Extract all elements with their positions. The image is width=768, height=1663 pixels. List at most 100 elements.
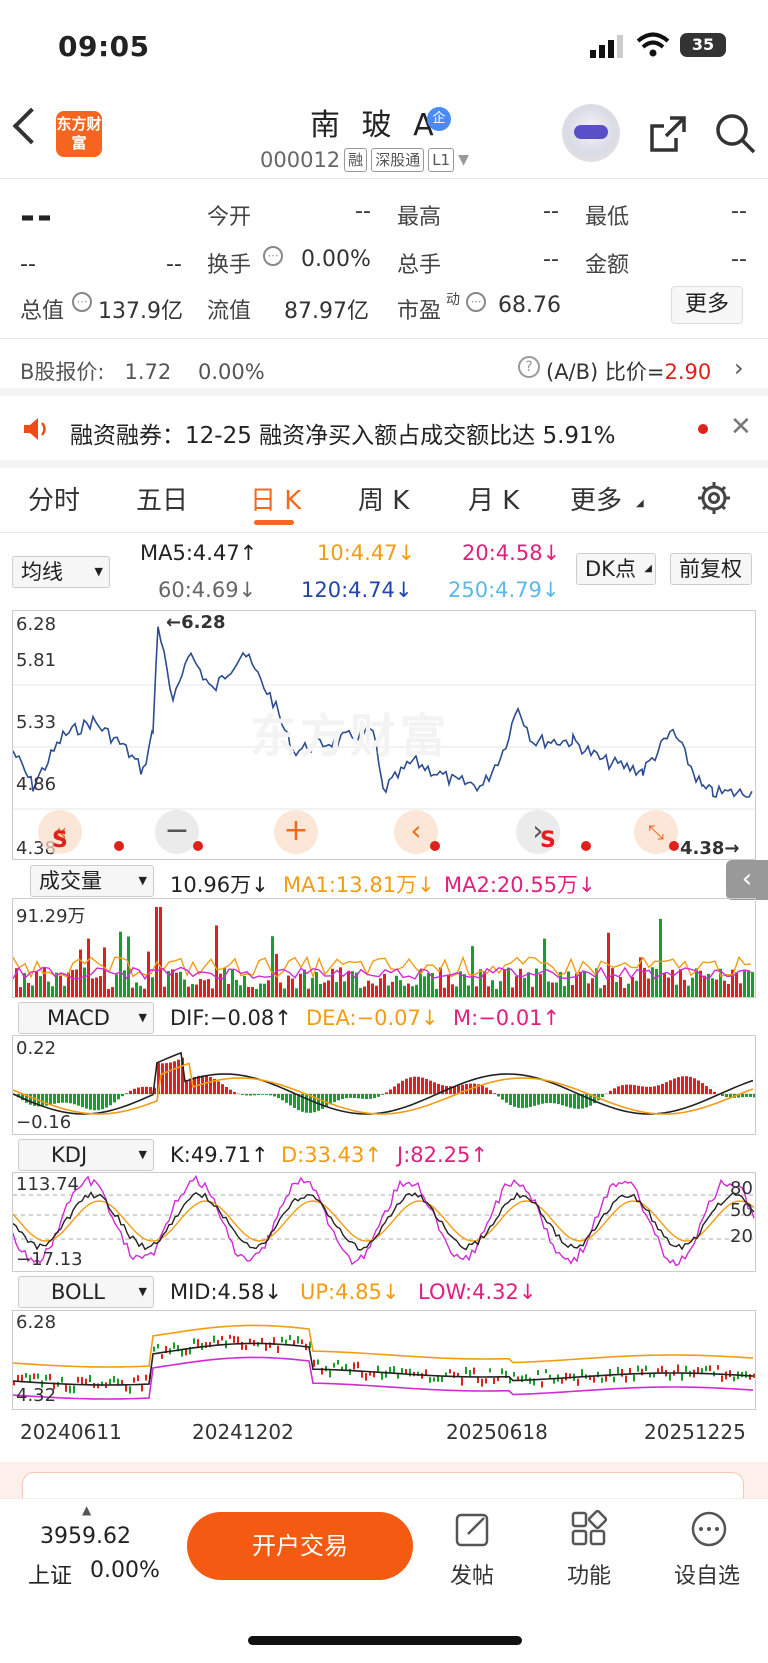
macd-bar [281,1094,284,1101]
collapse-panel-icon[interactable]: ‹ [726,860,768,900]
boll-chart[interactable] [12,1310,756,1410]
tab-daily-k[interactable]: 日 K [250,480,301,517]
index-change[interactable]: 0.00% [90,1558,160,1583]
tag-connect: 深股通 [371,148,425,172]
dk-point-button[interactable]: DK点 ◢ [576,553,656,585]
ma-selector[interactable]: 均线 ▼ [12,556,110,588]
volume-bar [139,985,142,997]
tab-more[interactable]: 更多 [570,480,622,517]
boll-candle [25,1372,27,1378]
macd-bar [433,1082,436,1094]
info-icon[interactable]: ⋯ [72,292,92,312]
back-icon[interactable] [12,107,50,145]
volume-value: 10.96万↓ [170,873,269,897]
boll-candle [429,1377,431,1383]
boll-candle [37,1373,39,1379]
macd-bar [81,1094,84,1108]
macd-bar [573,1094,576,1109]
close-icon[interactable]: ✕ [730,412,752,442]
x-axis-label: 20250618 [446,1420,548,1444]
add-watchlist-icon[interactable] [690,1510,728,1548]
volume-bar [523,977,526,997]
ab-ratio[interactable]: (A/B) 比价=2.90 [546,356,711,386]
boll-candle [717,1365,719,1370]
macd-bar [125,1093,128,1094]
search-icon[interactable] [714,112,758,156]
boll-low: LOW:4.32↓ [418,1280,537,1304]
functions-grid-icon[interactable] [570,1510,608,1548]
functions-label[interactable]: 功能 [567,1558,611,1590]
tab-intraday[interactable]: 分时 [28,480,80,517]
more-button[interactable]: 更多 [671,286,743,324]
macd-bar [725,1094,728,1098]
macd-selector-label: MACD [47,1006,110,1030]
boll-candle [345,1363,347,1370]
volume-bar [679,969,682,997]
open-account-button[interactable]: 开户交易 [187,1512,413,1580]
boll-candle [285,1339,287,1344]
kdj-selector[interactable]: KDJ ▼ [18,1139,154,1171]
volume-svg [12,907,754,997]
kline-y-label: 6.28 [16,614,57,635]
add-watchlist-label[interactable]: 设自选 [674,1558,740,1590]
adjust-button[interactable]: 前复权 [670,553,752,585]
macd-bar [169,1062,172,1094]
volume-bar [635,980,638,997]
macd-bar [225,1086,228,1094]
volume-selector[interactable]: 成交量 ▼ [30,865,154,897]
float-value: 87.97亿 [284,299,369,324]
kdj-chart[interactable] [12,1172,756,1272]
macd-selector[interactable]: MACD ▼ [18,1002,154,1034]
volume-bar [583,970,586,997]
settings-gear-icon[interactable] [696,480,732,516]
volume-bar [263,983,266,997]
zoom-in-icon[interactable]: + [274,810,318,854]
boll-candle [753,1373,755,1378]
tab-five-day[interactable]: 五日 [136,480,188,517]
volume-bar [175,972,178,997]
macd-bar [133,1088,136,1094]
macd-bar [177,1059,180,1094]
tab-weekly-k[interactable]: 周 K [358,480,409,517]
b-share-quote[interactable]: B股报价: 1.72 0.00% [20,356,265,386]
volume-bar [87,938,90,997]
index-value[interactable]: 3959.62 [40,1524,131,1549]
share-icon[interactable] [648,114,688,154]
volume-bar [423,976,426,997]
volume-bar [675,984,678,997]
volume-bar [155,907,158,997]
volume-bar [75,969,78,997]
post-label[interactable]: 发帖 [450,1558,494,1590]
boll-up-line [12,1324,754,1368]
boll-candle [129,1386,131,1394]
boll-candle [77,1376,79,1383]
info-icon[interactable]: ⋯ [263,246,283,266]
boll-candle [669,1373,671,1381]
volume-bar [295,988,298,997]
robot-avatar[interactable] [562,104,620,162]
edit-post-icon[interactable] [454,1510,492,1548]
macd-bar [557,1094,560,1105]
boll-candle [173,1342,175,1349]
volume-bar [327,980,330,997]
help-icon[interactable]: ? [518,356,540,378]
margin-notice[interactable]: 融资融券：12-25 融资净买入额占成交额比达 5.91% [70,416,616,450]
macd-bar [493,1093,496,1094]
chevron-right-icon[interactable]: › [734,354,744,382]
stock-code-row[interactable]: 000012 融 深股通 L1 ▼ [260,148,469,172]
volume-chart[interactable] [12,898,756,998]
macd-chart[interactable] [12,1035,756,1135]
tag-margin: 融 [344,148,368,172]
boll-candle [109,1378,111,1385]
volume-bar [387,985,390,997]
volume-bar [715,979,718,997]
volume-bar [255,988,258,997]
macd-bar [617,1086,620,1094]
ab-ratio-label: (A/B) 比价= [546,360,665,384]
tab-monthly-k[interactable]: 月 K [468,480,519,517]
index-name[interactable]: 上证 [28,1558,72,1590]
macd-bar [273,1094,276,1097]
info-icon[interactable]: ⋯ [466,292,486,312]
boll-selector[interactable]: BOLL ▼ [18,1276,154,1308]
macd-bar [241,1094,244,1095]
